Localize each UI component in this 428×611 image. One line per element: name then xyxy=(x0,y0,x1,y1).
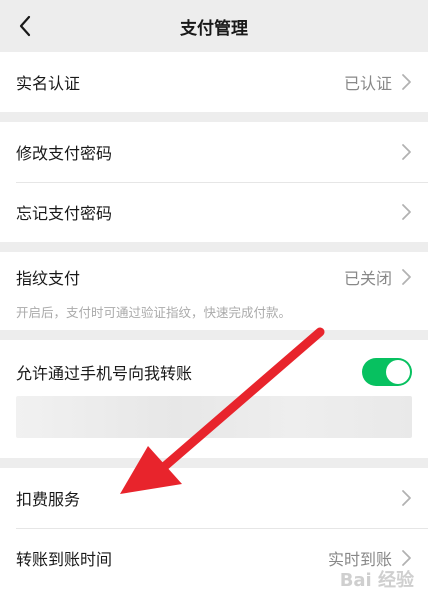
chevron-right-icon xyxy=(402,204,411,220)
nav-header: 支付管理 xyxy=(0,0,428,52)
real-name-row[interactable]: 实名认证 已认证 xyxy=(0,52,428,112)
transfer-arrival-label: 转账到账时间 xyxy=(16,550,113,569)
fingerprint-pay-status: 已关闭 xyxy=(343,269,392,288)
chevron-right-icon xyxy=(402,550,411,566)
real-name-label: 实名认证 xyxy=(16,74,81,93)
forget-password-label: 忘记支付密码 xyxy=(16,204,113,223)
forget-password-row[interactable]: 忘记支付密码 xyxy=(0,182,428,242)
fingerprint-hint: 开启后，支付时可通过验证指纹，快速完成付款。 xyxy=(16,305,292,320)
chevron-right-icon xyxy=(402,269,411,285)
modify-password-label: 修改支付密码 xyxy=(16,144,113,163)
real-name-status: 已认证 xyxy=(343,74,392,93)
toggle-knob xyxy=(386,360,410,384)
baidu-watermark: Bai 经验 xyxy=(339,570,414,591)
group-phone-transfer: 允许通过手机号向我转账 xyxy=(0,340,428,458)
blurred-content xyxy=(16,396,412,438)
deduction-service-row[interactable]: 扣费服务 xyxy=(0,468,428,528)
chevron-right-icon xyxy=(402,490,411,506)
group-real-name: 实名认证 已认证 xyxy=(0,52,428,112)
fingerprint-pay-row[interactable]: 指纹支付 已关闭 xyxy=(0,252,428,302)
group-password: 修改支付密码 忘记支付密码 xyxy=(0,122,428,242)
phone-transfer-label: 允许通过手机号向我转账 xyxy=(16,364,193,383)
chevron-right-icon xyxy=(402,74,411,90)
page-title: 支付管理 xyxy=(180,19,248,39)
deduction-service-label: 扣费服务 xyxy=(16,490,81,509)
group-fingerprint: 指纹支付 已关闭 开启后，支付时可通过验证指纹，快速完成付款。 xyxy=(0,252,428,330)
fingerprint-pay-label: 指纹支付 xyxy=(16,269,81,288)
phone-transfer-toggle[interactable] xyxy=(362,358,412,386)
chevron-right-icon xyxy=(402,144,411,160)
modify-password-row[interactable]: 修改支付密码 xyxy=(0,122,428,182)
